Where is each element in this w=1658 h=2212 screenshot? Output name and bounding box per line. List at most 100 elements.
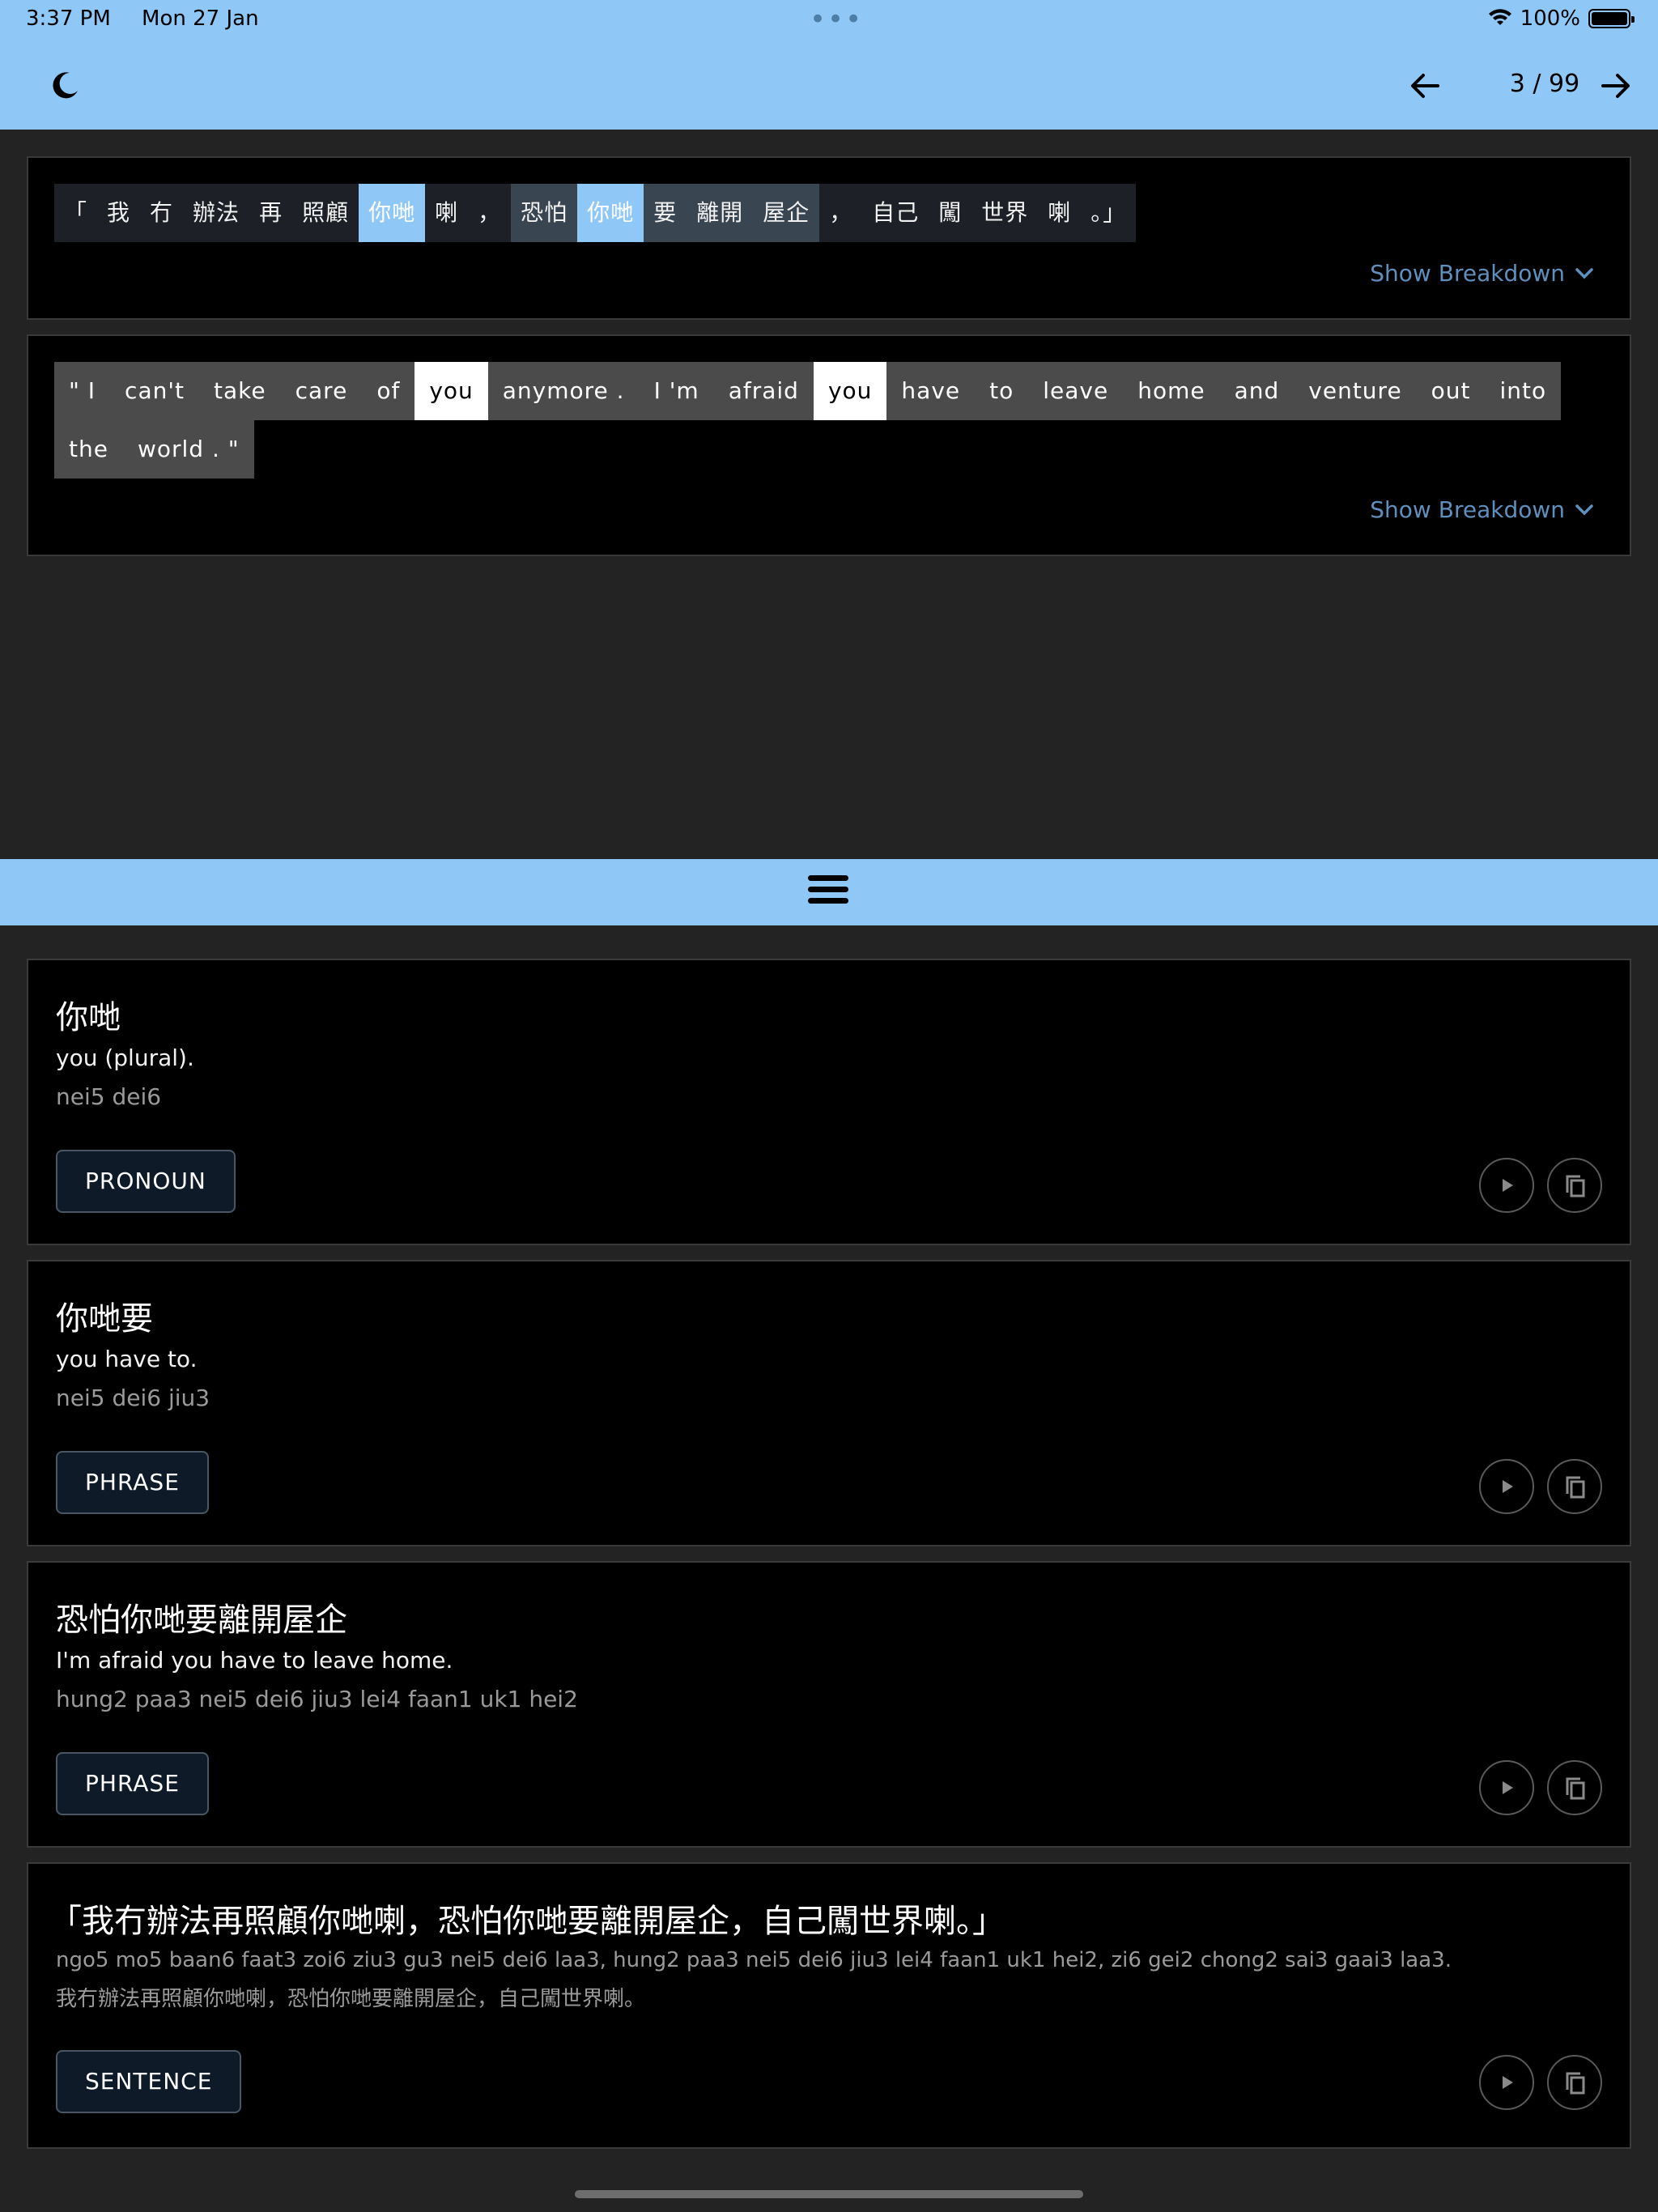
entry-card-pronoun: 你哋 you (plural). nei5 dei6 PRONOUN: [27, 959, 1631, 1245]
play-icon: [1503, 1480, 1513, 1493]
zh-token[interactable]: 恐怕: [511, 184, 578, 242]
entry-romanization: nei5 dei6: [56, 1083, 162, 1110]
zh-token[interactable]: 闖: [929, 184, 972, 242]
en-token[interactable]: take: [199, 362, 281, 420]
en-token[interactable]: and: [1219, 362, 1295, 420]
en-token[interactable]: of: [362, 362, 415, 420]
show-breakdown-label: Show Breakdown: [1370, 260, 1565, 287]
show-breakdown-label: Show Breakdown: [1370, 496, 1565, 523]
play-icon: [1503, 2076, 1513, 2089]
status-bar-right: 100%: [1488, 6, 1635, 31]
multitasking-dots[interactable]: •••: [810, 6, 863, 33]
zh-token[interactable]: 世界: [971, 184, 1039, 242]
en-token-highlighted[interactable]: you: [813, 362, 887, 420]
zh-token[interactable]: 我: [97, 184, 141, 242]
en-token[interactable]: leave: [1028, 362, 1124, 420]
en-token[interactable]: world . ": [122, 420, 254, 479]
entry-gloss: you have to.: [56, 1346, 198, 1372]
copy-icon: [1566, 1777, 1585, 1800]
zh-token[interactable]: 辦法: [183, 184, 250, 242]
part-of-speech-badge[interactable]: PHRASE: [56, 1451, 209, 1514]
english-token-row: " Ican't take care of you anymore .I 'm afraid…: [54, 362, 1592, 479]
wifi-icon: [1488, 9, 1511, 25]
en-token[interactable]: can't: [110, 362, 200, 420]
chinese-sentence-card: 「我冇辦法再照顧 你哋喇，恐怕 你哋要離開 屋企，自己闖世界喇。」 Show Brea…: [27, 156, 1631, 320]
entry-headword: 恐怕你哋要離開屋企: [56, 1602, 347, 1639]
zh-token[interactable]: 「: [54, 184, 98, 242]
entry-card-sentence: 「我冇辦法再照顧你哋喇，恐怕你哋要離開屋企，自己闖世界喇。」 ngo5 mo5 …: [27, 1862, 1631, 2149]
en-token[interactable]: afraid: [713, 362, 814, 420]
copy-icon: [1566, 1476, 1585, 1499]
en-token[interactable]: have: [886, 362, 976, 420]
en-token[interactable]: the: [54, 420, 123, 479]
entry-jyutping: ngo5 mo5 baan6 faat3 zoi6 ziu3 gu3 nei5 …: [56, 1948, 1452, 1972]
entry-sentence-text: 我冇辦法再照顧你哋喇，恐怕你哋要離開屋企，自己闖世界喇。: [56, 1987, 646, 2011]
entry-gloss: I'm afraid you have to leave home.: [56, 1647, 453, 1674]
zh-token[interactable]: ，: [468, 184, 512, 242]
show-breakdown-button-english[interactable]: Show Breakdown: [1370, 496, 1594, 523]
part-of-speech-badge[interactable]: PHRASE: [56, 1752, 209, 1815]
part-of-speech-badge[interactable]: PRONOUN: [56, 1150, 236, 1213]
top-bar: 3:37 PM Mon 27 Jan ••• 100% 3 / 99: [0, 0, 1658, 130]
status-time: 3:37 PM: [26, 6, 111, 31]
copy-button[interactable]: [1547, 1760, 1602, 1815]
en-token[interactable]: venture: [1294, 362, 1417, 420]
zh-token[interactable]: 自己: [862, 184, 929, 242]
zh-token[interactable]: 喇: [1038, 184, 1082, 242]
play-icon: [1503, 1781, 1513, 1794]
battery-percent: 100%: [1520, 6, 1580, 31]
zh-token[interactable]: 屋企: [753, 184, 820, 242]
drag-handle-icon[interactable]: [808, 875, 848, 911]
zh-token[interactable]: 。」: [1081, 184, 1137, 242]
copy-button[interactable]: [1547, 2055, 1602, 2110]
entry-card-phrase-long: 恐怕你哋要離開屋企 I'm afraid you have to leave h…: [27, 1561, 1631, 1848]
zh-token[interactable]: 照顧: [292, 184, 359, 242]
arrow-left-icon[interactable]: [1407, 68, 1443, 104]
copy-icon: [1566, 2072, 1585, 2095]
zh-token-highlighted[interactable]: 你哋: [577, 184, 644, 242]
status-date: Mon 27 Jan: [142, 6, 259, 31]
en-token[interactable]: to: [975, 362, 1029, 420]
play-button[interactable]: [1479, 2055, 1534, 2110]
en-token[interactable]: care: [280, 362, 363, 420]
chevron-down-icon: [1575, 504, 1593, 515]
entry-card-phrase: 你哋要 you have to. nei5 dei6 jiu3 PHRASE: [27, 1260, 1631, 1546]
zh-token[interactable]: 冇: [140, 184, 184, 242]
en-token[interactable]: I 'm: [639, 362, 714, 420]
entry-romanization: hung2 paa3 nei5 dei6 jiu3 lei4 faan1 uk1…: [56, 1686, 578, 1712]
en-token[interactable]: into: [1485, 362, 1562, 420]
show-breakdown-button-chinese[interactable]: Show Breakdown: [1370, 260, 1594, 287]
play-icon: [1503, 1179, 1513, 1192]
entry-headword: 你哋要: [56, 1300, 153, 1338]
home-indicator[interactable]: [575, 2190, 1083, 2198]
arrow-right-icon[interactable]: [1598, 68, 1634, 104]
chinese-token-row: 「我冇辦法再照顧 你哋喇，恐怕 你哋要離開 屋企，自己闖世界喇。」: [54, 184, 1137, 242]
play-button[interactable]: [1479, 1459, 1534, 1514]
status-bar-left: 3:37 PM Mon 27 Jan: [26, 6, 283, 31]
page-indicator: 3 / 99: [1509, 70, 1580, 98]
en-token[interactable]: " I: [54, 362, 111, 420]
battery-icon: [1588, 9, 1635, 28]
part-of-speech-badge[interactable]: SENTENCE: [56, 2050, 242, 2113]
en-token[interactable]: out: [1416, 362, 1486, 420]
english-sentence-card: " Ican't take care of you anymore .I 'm afraid…: [27, 334, 1631, 556]
zh-token[interactable]: ，: [819, 184, 863, 242]
entry-headword: 「我冇辦法再照顧你哋喇，恐怕你哋要離開屋企，自己闖世界喇。」: [49, 1903, 1005, 1940]
play-button[interactable]: [1479, 1760, 1534, 1815]
copy-button[interactable]: [1547, 1459, 1602, 1514]
zh-token[interactable]: 要: [644, 184, 687, 242]
zh-token-highlighted[interactable]: 你哋: [359, 184, 426, 242]
copy-button[interactable]: [1547, 1158, 1602, 1213]
zh-token[interactable]: 喇: [425, 184, 469, 242]
chevron-down-icon: [1575, 267, 1593, 279]
play-button[interactable]: [1479, 1158, 1534, 1213]
en-token[interactable]: anymore .: [487, 362, 640, 420]
moon-icon[interactable]: [49, 70, 81, 102]
zh-token[interactable]: 再: [249, 184, 293, 242]
entry-romanization: nei5 dei6 jiu3: [56, 1385, 210, 1411]
entry-headword: 你哋: [56, 999, 121, 1036]
en-token-highlighted[interactable]: you: [414, 362, 488, 420]
en-token[interactable]: home: [1123, 362, 1220, 420]
zh-token[interactable]: 離開: [687, 184, 754, 242]
panel-divider[interactable]: [0, 859, 1658, 925]
